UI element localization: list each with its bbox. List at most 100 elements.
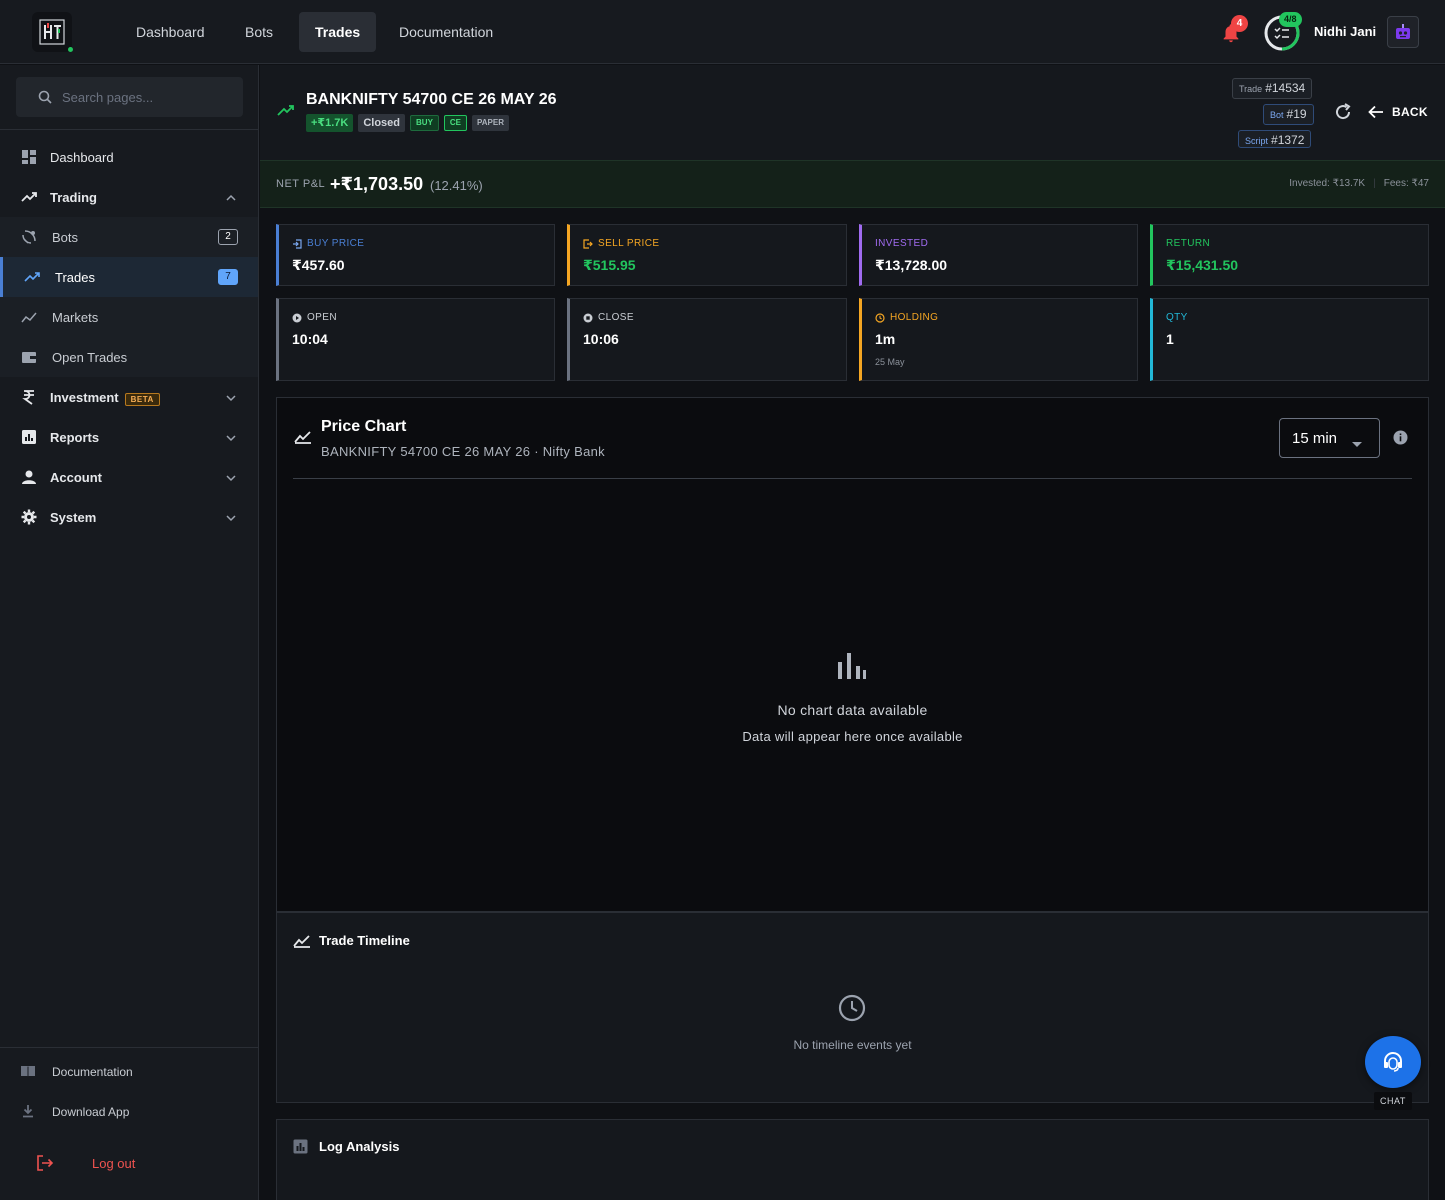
sidebar-link-documentation[interactable]: Documentation: [0, 1052, 258, 1092]
bot-ref-tag[interactable]: Bot #19: [1263, 104, 1314, 125]
robot-avatar[interactable]: [1387, 16, 1419, 48]
sidebar-link-download-app[interactable]: Download App: [0, 1092, 258, 1132]
chart-line-icon: [20, 308, 38, 326]
chart-subtitle: BANKNIFTY 54700 CE 26 MAY 26 · Nifty Ban…: [321, 444, 605, 459]
chevron-down-icon: [226, 471, 236, 486]
divider: [0, 1047, 258, 1048]
option-chip: CE: [443, 115, 468, 131]
refresh-icon[interactable]: [1333, 102, 1353, 125]
stat-value: 1m: [875, 331, 896, 347]
person-icon: [20, 468, 38, 486]
script-ref-label: Script: [1245, 136, 1269, 146]
stat-label: INVESTED: [875, 238, 928, 249]
sidebar-item-label: Trading: [50, 189, 97, 205]
info-icon[interactable]: [1393, 430, 1408, 448]
bar-chart-icon: [20, 428, 38, 446]
log-analysis-card: Log Analysis: [276, 1119, 1429, 1200]
book-icon: [20, 1063, 36, 1082]
sidebar-item-account[interactable]: Account: [0, 457, 258, 497]
chart-title: Price Chart: [321, 418, 407, 435]
sidebar-item-label: Dashboard: [50, 149, 114, 165]
tab-dashboard[interactable]: Dashboard: [120, 12, 221, 52]
sidebar-item-trades[interactable]: Trades 7: [0, 257, 258, 297]
search-box[interactable]: [16, 77, 243, 117]
back-button[interactable]: BACK: [1368, 101, 1428, 123]
timeline-title: Trade Timeline: [319, 933, 410, 948]
net-pnl-value: +₹1,703.50: [330, 174, 424, 194]
stat-return: RETURN ₹15,431.50: [1150, 224, 1429, 286]
trade-ref-label: Trade: [1239, 84, 1263, 94]
interval-select[interactable]: 15 min: [1279, 418, 1380, 458]
main-content: BANKNIFTY 54700 CE 26 MAY 26 +₹1.7K Clos…: [260, 65, 1445, 1200]
app-logo[interactable]: [32, 12, 72, 52]
sidebar-item-label-text: Investment: [50, 389, 119, 405]
beta-badge: BETA: [124, 392, 160, 406]
logout-button[interactable]: Log out: [0, 1143, 258, 1183]
sidebar-item-label: Open Trades: [52, 349, 128, 365]
chevron-down-icon: [226, 431, 236, 446]
stat-label: HOLDING: [875, 312, 938, 323]
show-chart-icon: [293, 934, 311, 951]
net-meta: Invested: ₹13.7K | Fees: ₹47: [1289, 178, 1429, 189]
empty-state-title: No chart data available: [777, 702, 928, 718]
sidebar-item-open-trades[interactable]: Open Trades: [0, 337, 258, 377]
net-pnl-percent: (12.41%): [430, 178, 483, 193]
stat-value: ₹515.95: [583, 257, 636, 273]
side-chip: BUY: [410, 115, 439, 131]
mode-chip: PAPER: [472, 115, 509, 131]
chat-label: CHAT: [1374, 1092, 1412, 1110]
show-chart-icon: [294, 430, 312, 447]
stat-label: QTY: [1166, 312, 1188, 323]
sidebar-item-trading[interactable]: Trading: [0, 177, 258, 217]
logout-icon: [36, 1154, 54, 1175]
logout-label: Log out: [92, 1156, 136, 1171]
tab-documentation[interactable]: Documentation: [383, 12, 509, 52]
support-agent-icon: [1384, 1052, 1402, 1072]
sidebar-item-reports[interactable]: Reports: [0, 417, 258, 457]
trade-chips: +₹1.7K Closed BUY CE PAPER: [306, 114, 509, 132]
tab-bots[interactable]: Bots: [229, 12, 289, 52]
stat-value: 10:06: [583, 331, 619, 347]
gear-icon: [20, 508, 38, 526]
sidebar-item-dashboard[interactable]: Dashboard: [0, 137, 258, 177]
dashboard-icon: [20, 148, 38, 166]
sidebar-item-investment[interactable]: Investment BETA: [0, 377, 258, 417]
sidebar-item-label: Trades: [55, 269, 95, 285]
trade-ref-id: #14534: [1265, 81, 1306, 95]
net-pnl-bar: NET P&L +₹1,703.50 (12.41%) Invested: ₹1…: [260, 160, 1445, 208]
user-name[interactable]: Nidhi Jani: [1314, 24, 1376, 39]
log-analysis-title: Log Analysis: [319, 1139, 400, 1154]
trade-ref-tag[interactable]: Trade #14534: [1232, 78, 1313, 99]
satellite-icon: [20, 228, 38, 246]
stat-label-text: BUY PRICE: [307, 238, 365, 249]
trade-timeline-card: Trade Timeline No timeline events yet: [276, 912, 1429, 1103]
stat-label-text: QTY: [1166, 312, 1188, 323]
divider: [0, 129, 258, 130]
chat-button[interactable]: [1365, 1036, 1421, 1088]
stop-circle-icon: [583, 313, 593, 322]
analytics-icon: [293, 1139, 308, 1157]
script-ref-tag[interactable]: Script #1372: [1238, 130, 1312, 148]
tab-trades[interactable]: Trades: [299, 12, 377, 52]
sidebar: Dashboard Trading Bots 2 Trades 7 Market…: [0, 65, 259, 1200]
stat-label: OPEN: [292, 312, 337, 323]
top-bar: Dashboard Bots Trades Documentation 4 4/…: [0, 0, 1445, 64]
stat-value: 1: [1166, 331, 1174, 347]
stat-label: BUY PRICE: [292, 238, 364, 249]
rupee-icon: [20, 388, 38, 406]
caret-down-icon: [1352, 436, 1362, 451]
bot-ref-label: Bot: [1270, 110, 1284, 120]
stat-label-text: RETURN: [1166, 238, 1211, 249]
sidebar-item-bots[interactable]: Bots 2: [0, 217, 258, 257]
stat-value: ₹457.60: [292, 257, 345, 273]
fees-summary: Fees: ₹47: [1383, 178, 1429, 189]
search-input[interactable]: [62, 77, 232, 117]
stat-invested: INVESTED ₹13,728.00: [859, 224, 1138, 286]
sidebar-item-label: Investment BETA: [50, 389, 160, 406]
bot-ref-id: #19: [1286, 107, 1307, 121]
sidebar-item-system[interactable]: System: [0, 497, 258, 537]
trending-up-icon: [20, 188, 38, 206]
notification-count-badge: 4: [1231, 15, 1248, 32]
stat-label: SELL PRICE: [583, 238, 659, 249]
sidebar-item-markets[interactable]: Markets: [0, 297, 258, 337]
